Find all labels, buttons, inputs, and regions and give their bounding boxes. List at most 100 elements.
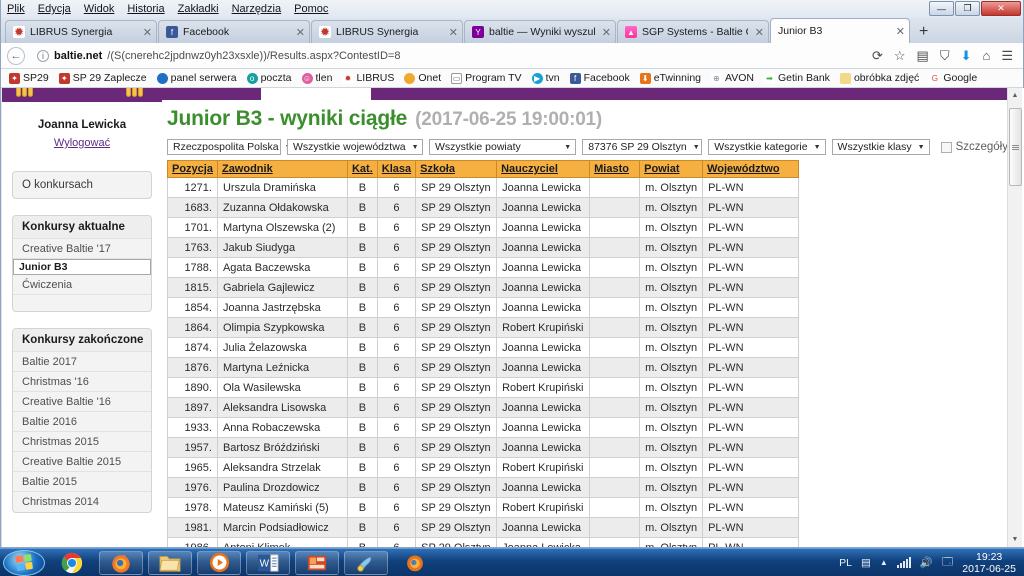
sidebar-item-christmas-2015[interactable]: Christmas 2015: [13, 432, 151, 452]
sidebar-item-christmas-2014[interactable]: Christmas 2014: [13, 492, 151, 512]
taskbar-button-word[interactable]: W: [246, 550, 290, 575]
bookmark-librus[interactable]: ✹ LIBRUS: [339, 72, 397, 84]
browser-tab-2[interactable]: ✹ LIBRUS Synergia ✕: [311, 20, 463, 43]
menu-item-widok[interactable]: Widok: [84, 3, 115, 15]
sidebar-item-christmas-16[interactable]: Christmas '16: [13, 372, 151, 392]
sidebar-logout[interactable]: Wylogować: [2, 133, 162, 151]
new-tab-button[interactable]: +: [911, 23, 936, 43]
bookmark-google[interactable]: G Google: [926, 72, 980, 84]
info-icon[interactable]: i: [37, 49, 49, 62]
scroll-down-arrow-icon[interactable]: ▼: [1008, 532, 1022, 547]
menu-item-pomoc[interactable]: Pomoc: [294, 3, 328, 15]
bookmark-obrobka-zdjec[interactable]: obróbka zdjęć: [837, 72, 922, 84]
table-row[interactable]: 1701. Martyna Olszewska (2) B 6 SP 29 Olszty…: [167, 217, 800, 238]
minimize-button[interactable]: —: [929, 1, 954, 16]
action-center-icon[interactable]: 🗔: [942, 554, 953, 572]
sidebar-item-baltie-2015[interactable]: Baltie 2015: [13, 472, 151, 492]
country-select[interactable]: Rzeczpospolita Polska ▼: [167, 139, 292, 155]
school-select[interactable]: 87376 SP 29 Olsztyn ▼: [582, 139, 703, 155]
table-row[interactable]: 1897. Aleksandra Lisowska B 6 SP 29 Olsztyn J…: [167, 397, 800, 418]
hamburger-icon[interactable]: ☰: [1001, 48, 1013, 64]
sidebar-item-about[interactable]: O konkursach: [13, 172, 151, 198]
star-icon[interactable]: ☆: [894, 48, 906, 64]
taskbar-button-media-player[interactable]: [197, 550, 241, 575]
scrollbar-thumb[interactable]: [1009, 108, 1022, 186]
checkbox-box[interactable]: [940, 141, 952, 153]
table-row[interactable]: 1981. Marcin Podsiadłowicz B 6 SP 29 Olsztyn…: [167, 517, 800, 538]
tab-close-icon[interactable]: ✕: [143, 26, 152, 39]
class-select[interactable]: Wszystkie klasy ▼: [831, 139, 930, 155]
column-header-wojewodztwo[interactable]: Województwo: [702, 160, 800, 178]
table-row[interactable]: 1874. Julia Żelazowska B 6 SP 29 Olsztyn Joan…: [167, 337, 800, 358]
category-select[interactable]: Wszystkie kategorie ▼: [708, 139, 826, 155]
table-row[interactable]: 1976. Paulina Drozdowicz B 6 SP 29 Olsztyn Jo…: [167, 477, 800, 498]
reader-icon[interactable]: ▤: [917, 48, 929, 64]
column-header-miasto[interactable]: Miasto: [589, 160, 641, 178]
column-header-powiat[interactable]: Powiat: [639, 160, 704, 178]
table-row[interactable]: 1864. Olimpia Szypkowska B 6 SP 29 Olsztyn Ro…: [167, 317, 800, 338]
table-row[interactable]: 1788. Agata Baczewska B 6 SP 29 Olsztyn Joann…: [167, 257, 800, 278]
column-header-nauczyciel[interactable]: Nauczyciel: [496, 160, 591, 178]
column-header-szkola[interactable]: Szkoła: [415, 160, 498, 178]
taskbar-button-paint[interactable]: [344, 550, 388, 575]
language-indicator[interactable]: PL: [839, 557, 852, 569]
sidebar-item-baltie-2016[interactable]: Baltie 2016: [13, 412, 151, 432]
maximize-button[interactable]: ❐: [955, 1, 980, 16]
taskbar-clock[interactable]: 19:23 2017-06-25: [962, 551, 1016, 575]
sidebar-item-creative-baltie-17[interactable]: Creative Baltie '17: [13, 239, 151, 259]
browser-tab-4[interactable]: ▲ SGP Systems - Baltie C# 3D - ✕: [617, 20, 769, 43]
bookmark-sp29-zaplecze[interactable]: ✦ SP 29 Zaplecze: [56, 72, 150, 84]
tab-close-icon[interactable]: ✕: [755, 26, 764, 39]
table-row[interactable]: 1271. Urszula Dramińska B 6 SP 29 Olsztyn Joa…: [167, 177, 800, 198]
bookmark-poczta[interactable]: o poczta: [244, 72, 295, 84]
table-row[interactable]: 1978. Mateusz Kamiński (5) B 6 SP 29 Olsztyn…: [167, 497, 800, 518]
menu-item-plik[interactable]: Plik: [7, 3, 25, 15]
table-row[interactable]: 1876. Martyna Leźnicka B 6 SP 29 Olsztyn Joan…: [167, 357, 800, 378]
bookmark-onet[interactable]: Onet: [401, 72, 444, 84]
reload-icon[interactable]: ⟳: [872, 48, 883, 64]
bookmark-tlen[interactable]: ☺ tlen: [299, 72, 336, 84]
tab-close-icon[interactable]: ✕: [449, 26, 458, 39]
taskbar-button-firefox2[interactable]: [393, 551, 437, 575]
table-row[interactable]: 1815. Gabriela Gajlewicz B 6 SP 29 Olsztyn Jo…: [167, 277, 800, 298]
tab-close-icon[interactable]: ✕: [602, 26, 611, 39]
table-row[interactable]: 1890. Ola Wasilewska B 6 SP 29 Olsztyn Robert…: [167, 377, 800, 398]
tab-close-icon[interactable]: ✕: [296, 26, 305, 39]
browser-tab-1[interactable]: f Facebook ✕: [158, 20, 310, 43]
tab-close-icon[interactable]: ✕: [896, 25, 905, 38]
sidebar-item-junior-b3[interactable]: Junior B3: [13, 259, 151, 275]
taskbar-button-chrome[interactable]: [50, 551, 94, 575]
sidebar-item-creative-baltie-16[interactable]: Creative Baltie '16: [13, 392, 151, 412]
network-signal-icon[interactable]: [896, 557, 911, 568]
home-icon[interactable]: ⌂: [982, 48, 990, 63]
bookmark-sp29[interactable]: ✦ SP29: [6, 72, 52, 84]
details-checkbox[interactable]: Szczegóły: [940, 141, 1008, 153]
table-row[interactable]: 1854. Joanna Jastrzębska B 6 SP 29 Olsztyn Jo…: [167, 297, 800, 318]
tray-keyboard-icon[interactable]: ▤: [861, 557, 871, 569]
browser-tab-0[interactable]: ✹ LIBRUS Synergia ✕: [5, 20, 157, 43]
tray-expand-icon[interactable]: ▲: [880, 558, 888, 567]
download-icon[interactable]: ⬇: [961, 48, 972, 64]
taskbar-button-firefox[interactable]: [99, 550, 143, 575]
menu-item-narzedzia[interactable]: Narzędzia: [232, 3, 282, 15]
bookmark-getin-bank[interactable]: ➡ Getin Bank: [761, 72, 833, 84]
sidebar-item-creative-baltie-2015[interactable]: Creative Baltie 2015: [13, 452, 151, 472]
sidebar-item-baltie-2017[interactable]: Baltie 2017: [13, 352, 151, 372]
browser-tab-5-active[interactable]: Junior B3 ✕: [770, 18, 910, 43]
start-button[interactable]: [3, 549, 45, 576]
bookmark-panel-serwera[interactable]: panel serwera: [154, 72, 240, 84]
volume-icon[interactable]: 🔊: [920, 556, 933, 569]
scroll-up-arrow-icon[interactable]: ▲: [1008, 88, 1022, 103]
url-bar[interactable]: i baltie.net /(S(cnerehc2jpdnwz0yh23xsxle…: [31, 46, 866, 65]
column-header-zawodnik[interactable]: Zawodnik: [216, 160, 348, 178]
menu-item-edycja[interactable]: Edycja: [38, 3, 71, 15]
browser-tab-3[interactable]: Y baltie — Wyniki wyszukiwan ✕: [464, 20, 616, 43]
table-row[interactable]: 1965. Aleksandra Strzelak B 6 SP 29 Olsztyn R…: [167, 457, 800, 478]
column-header-pozycja[interactable]: Pozycja: [167, 160, 218, 178]
voivodeship-select[interactable]: Wszystkie województwa ▼: [287, 139, 423, 155]
page-scrollbar-vertical[interactable]: ▲ ▼: [1007, 88, 1022, 547]
pocket-icon[interactable]: ⛉: [940, 48, 950, 64]
bookmark-tvn[interactable]: ▶ tvn: [529, 72, 563, 84]
taskbar-button-explorer[interactable]: [148, 550, 192, 575]
table-row[interactable]: 1683. Zuzanna Ołdakowska B 6 SP 29 Olsztyn Jo…: [167, 197, 800, 218]
